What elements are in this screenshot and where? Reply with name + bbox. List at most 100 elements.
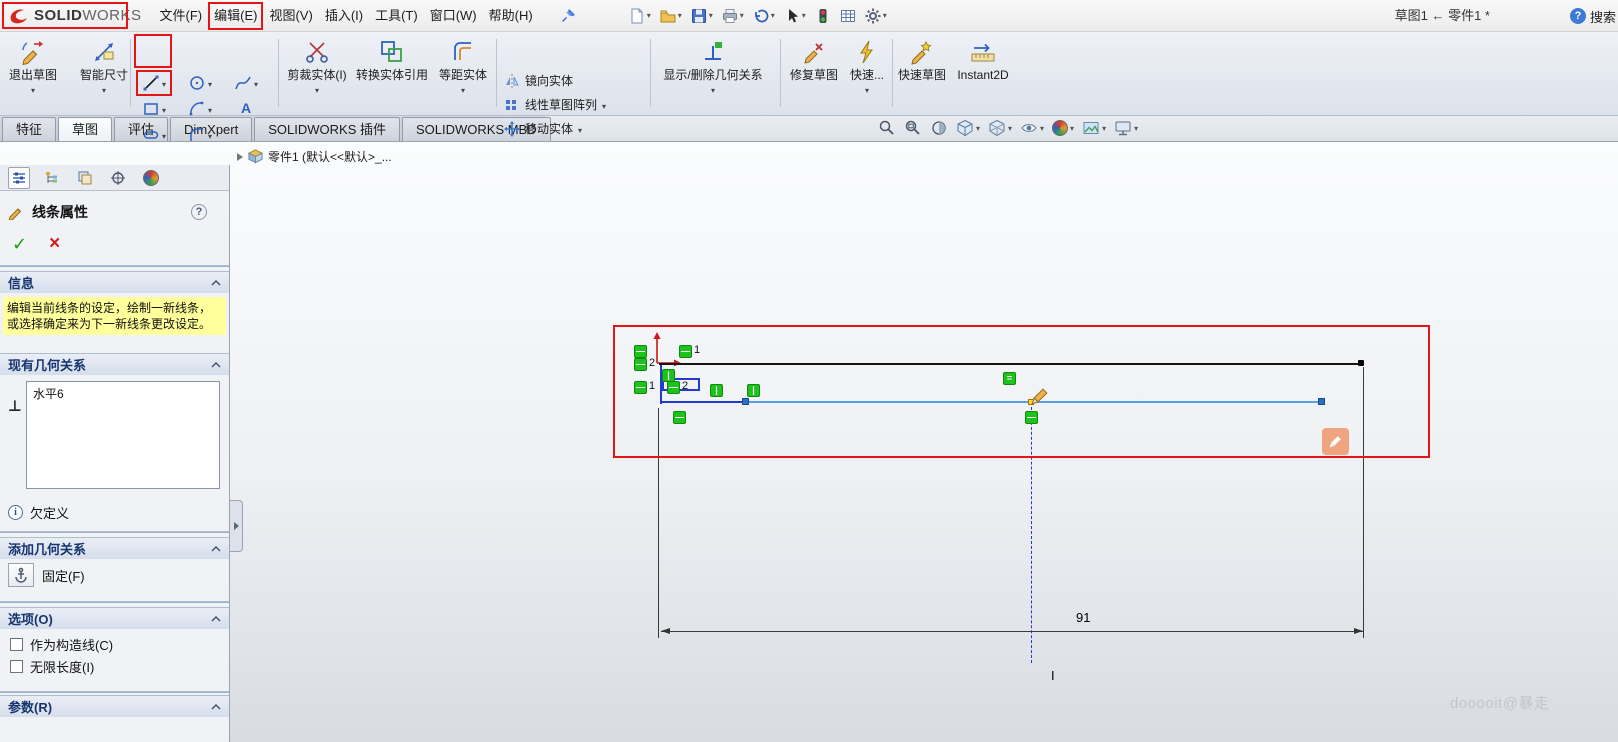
display-delete-relations-caret-icon[interactable] xyxy=(711,82,715,96)
rapid-sketch-button[interactable]: 快速草图 xyxy=(896,36,948,114)
spline-tool-button[interactable] xyxy=(228,70,264,96)
fillet-tool-button[interactable] xyxy=(182,122,218,148)
graphics-viewport[interactable] xyxy=(0,142,1618,742)
edit-appearance-button[interactable] xyxy=(1052,120,1074,136)
mirror-entities-button[interactable]: 镜向实体 xyxy=(504,72,573,89)
undo-button[interactable] xyxy=(750,6,778,26)
rebuild-button[interactable] xyxy=(812,6,834,26)
offset-entities-caret-icon[interactable] xyxy=(461,82,465,96)
view-orientation-button[interactable] xyxy=(956,119,980,137)
menu-tools[interactable]: 工具(T) xyxy=(369,2,424,30)
tree-expand-icon[interactable] xyxy=(237,153,243,161)
trim-entities-button[interactable]: 剪裁实体(I) xyxy=(282,36,352,114)
tab-features[interactable]: 特征 xyxy=(2,117,56,141)
linear-pattern-caret-icon[interactable] xyxy=(602,98,606,112)
hide-show-items-button[interactable] xyxy=(1020,119,1044,137)
relation-list-item[interactable]: 水平6 xyxy=(27,382,219,405)
move-entities-button[interactable]: 移动实体 xyxy=(504,120,582,137)
fillet-tool-caret-icon[interactable] xyxy=(208,126,212,144)
section-view-button[interactable] xyxy=(930,119,948,137)
spline-tool-caret-icon[interactable] xyxy=(254,74,258,92)
slot-tool-caret-icon[interactable] xyxy=(162,126,166,144)
sketch-notch-rectangle[interactable] xyxy=(662,378,700,391)
display-delete-relations-button[interactable]: 显示/删除几何关系 xyxy=(656,36,770,114)
new-document-button[interactable] xyxy=(626,6,654,26)
configuration-manager-tab[interactable] xyxy=(74,167,96,189)
cancel-button[interactable]: × xyxy=(49,233,60,255)
menu-help[interactable]: 帮助(H) xyxy=(483,2,539,30)
rectangle-tool-caret-icon[interactable] xyxy=(162,100,166,118)
property-manager-tab[interactable] xyxy=(8,167,30,189)
text-tool-button[interactable] xyxy=(228,96,264,122)
sketch-endpoint[interactable] xyxy=(742,398,749,405)
circle-tool-caret-icon[interactable] xyxy=(208,74,212,92)
repair-sketch-button[interactable]: 修复草图 xyxy=(788,36,840,114)
trim-entities-caret-icon[interactable] xyxy=(315,82,319,96)
sketch-line-top[interactable] xyxy=(659,363,1363,365)
exit-sketch-caret-icon[interactable] xyxy=(31,82,35,96)
line-tool-button[interactable] xyxy=(136,70,172,96)
menu-window[interactable]: 窗口(W) xyxy=(424,2,483,30)
existing-relations-header[interactable]: 现有几何关系 xyxy=(0,353,229,375)
rectangle-tool-button[interactable] xyxy=(136,96,172,122)
arc-tool-button[interactable] xyxy=(182,96,218,122)
convert-entities-button[interactable]: 转换实体引用 xyxy=(352,36,432,114)
fix-relation-button[interactable] xyxy=(8,563,34,587)
evaluate-grid-button[interactable] xyxy=(837,6,859,26)
display-style-button[interactable] xyxy=(988,119,1012,137)
construction-line-checkbox[interactable] xyxy=(10,638,23,651)
menu-file[interactable]: 文件(F) xyxy=(154,2,209,30)
circle-tool-button[interactable] xyxy=(182,70,218,96)
arc-tool-caret-icon[interactable] xyxy=(208,100,212,118)
select-button[interactable] xyxy=(781,6,809,26)
pin-menu-icon[interactable] xyxy=(561,8,576,23)
zoom-to-area-button[interactable] xyxy=(904,119,922,137)
instant2d-button[interactable]: Instant2D xyxy=(952,36,1014,114)
offset-entities-button[interactable]: 等距实体 xyxy=(438,36,488,114)
open-document-button[interactable] xyxy=(657,6,685,26)
fix-relation-row[interactable]: 固定(F) xyxy=(8,563,85,587)
add-relations-header[interactable]: 添加几何关系 xyxy=(0,537,229,559)
help-icon[interactable] xyxy=(191,204,207,220)
quick-snaps-caret-icon[interactable] xyxy=(865,82,869,96)
move-entities-caret-icon[interactable] xyxy=(578,122,582,136)
construction-line-option[interactable]: 作为构造线(C) xyxy=(10,635,113,654)
exit-sketch-button[interactable]: 退出草图 xyxy=(2,36,64,114)
sketch-endpoint[interactable] xyxy=(1358,360,1364,366)
search-box[interactable]: 搜索 xyxy=(1570,0,1616,32)
smart-dimension-button[interactable]: 智能尺寸 xyxy=(72,36,136,114)
quick-snaps-button[interactable]: 快速... xyxy=(844,36,890,114)
line-tool-caret-icon[interactable] xyxy=(162,74,166,92)
options-button[interactable] xyxy=(862,6,890,26)
dimension-line[interactable] xyxy=(661,631,1363,632)
save-button[interactable] xyxy=(688,6,716,26)
display-manager-tab[interactable] xyxy=(140,167,162,189)
menu-insert[interactable]: 插入(I) xyxy=(319,2,369,30)
tab-solidworks-addins[interactable]: SOLIDWORKS 插件 xyxy=(254,117,400,141)
sketch-endpoint[interactable] xyxy=(1318,398,1325,405)
dimxpert-manager-tab[interactable] xyxy=(107,167,129,189)
feature-tree-root[interactable]: 零件1 (默认<<默认>_... xyxy=(237,148,392,165)
print-button[interactable] xyxy=(719,6,747,26)
ok-button[interactable]: ✓ xyxy=(12,234,27,255)
options-section-header[interactable]: 选项(O) xyxy=(0,607,229,629)
slot-tool-button[interactable] xyxy=(136,122,172,148)
apply-scene-button[interactable] xyxy=(1082,119,1106,137)
menu-view[interactable]: 视图(V) xyxy=(263,2,318,30)
menu-edit[interactable]: 编辑(E) xyxy=(208,2,263,30)
existing-relations-listbox[interactable]: 水平6 xyxy=(26,381,220,489)
feature-tree-tab[interactable] xyxy=(41,167,63,189)
confirmation-corner-button[interactable] xyxy=(1322,428,1349,455)
parameters-section-header[interactable]: 参数(R) xyxy=(0,695,229,717)
sketch-line-bottom-left[interactable] xyxy=(660,401,747,403)
dimension-value[interactable]: 91 xyxy=(1076,610,1090,625)
tab-sketch[interactable]: 草图 xyxy=(58,117,112,141)
zoom-fit-button[interactable] xyxy=(878,119,896,137)
infinite-length-checkbox[interactable] xyxy=(10,660,23,673)
panel-flyout-handle[interactable] xyxy=(230,500,243,552)
linear-pattern-button[interactable]: 线性草图阵列 xyxy=(504,96,606,113)
infinite-length-option[interactable]: 无限长度(I) xyxy=(10,657,94,676)
smart-dimension-caret-icon[interactable] xyxy=(102,82,106,96)
info-section-header[interactable]: 信息 xyxy=(0,271,229,293)
view-settings-button[interactable] xyxy=(1114,119,1138,137)
